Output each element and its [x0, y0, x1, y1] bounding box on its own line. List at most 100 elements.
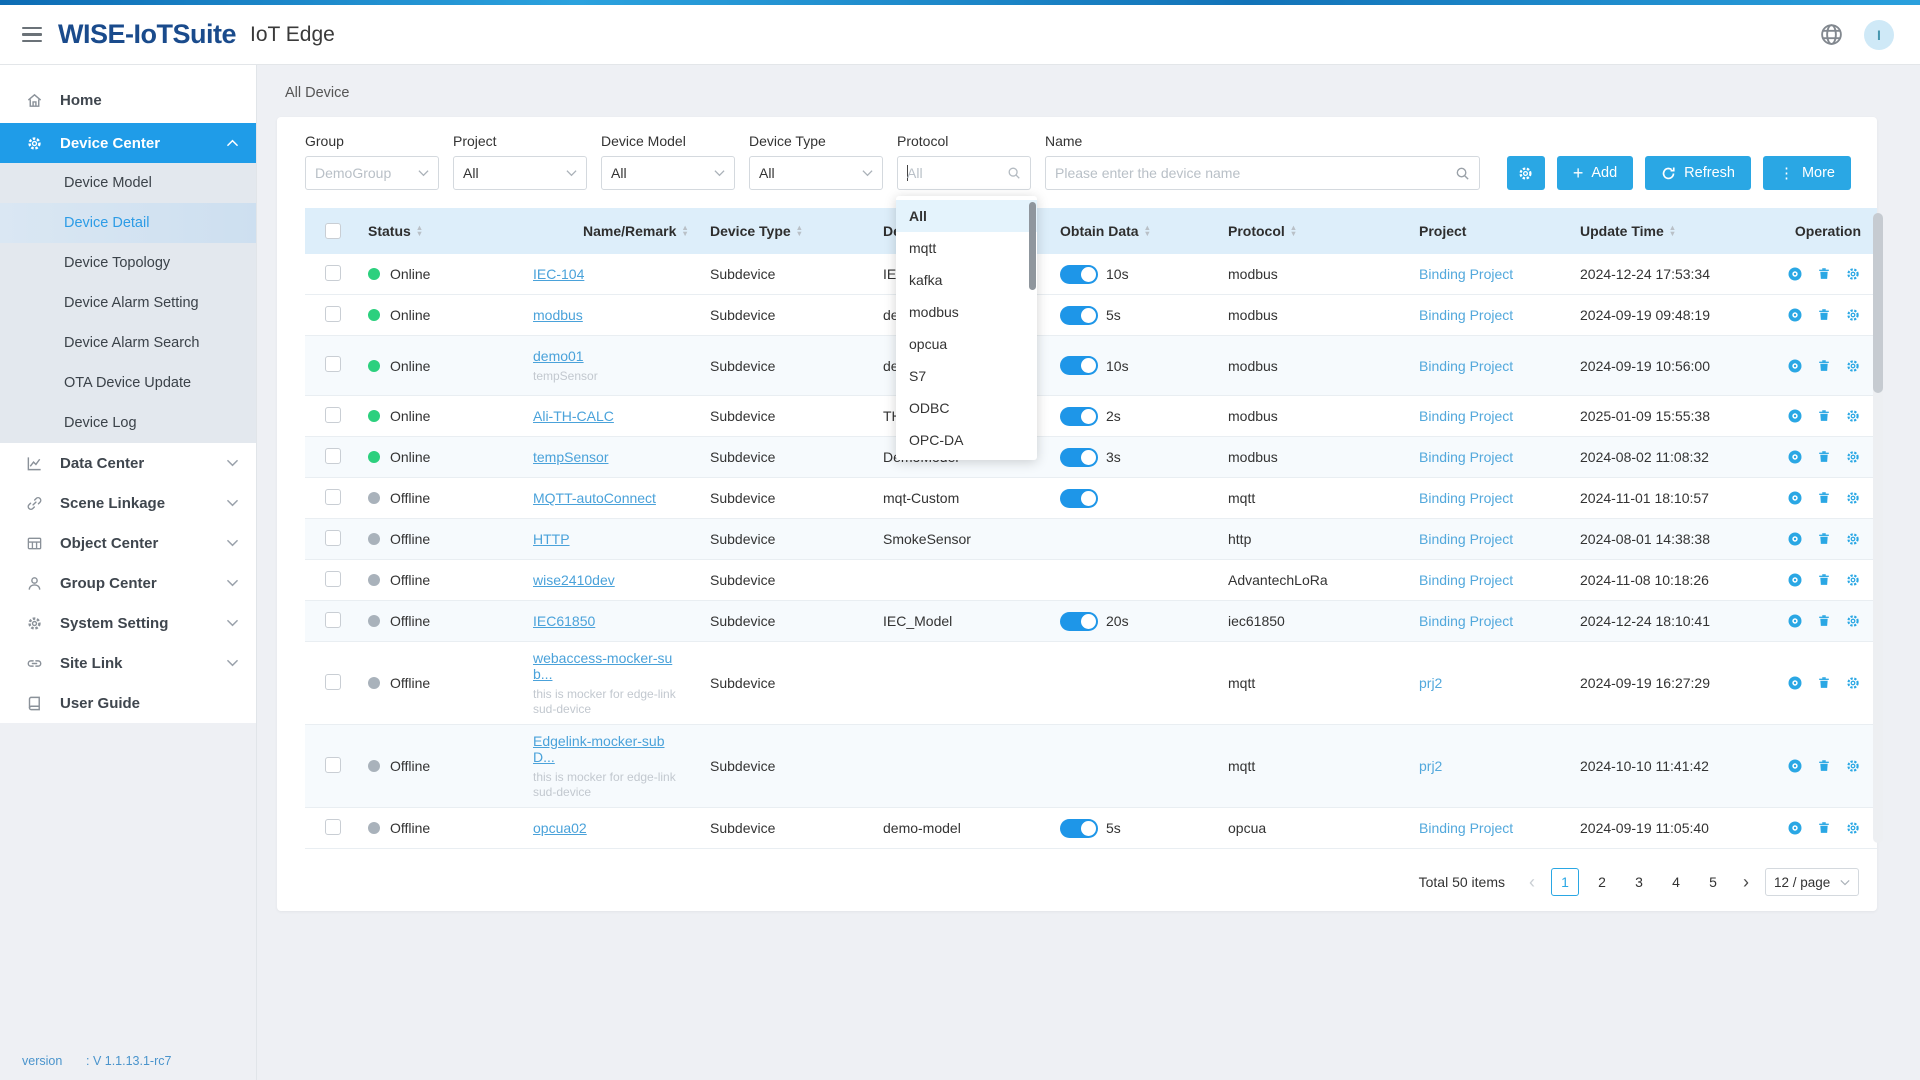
view-icon[interactable] — [1787, 758, 1803, 774]
device-name-input[interactable] — [1055, 165, 1455, 181]
delete-icon[interactable] — [1817, 613, 1831, 629]
settings-icon[interactable] — [1845, 613, 1861, 629]
protocol-option-opc-da[interactable]: OPC-DA — [896, 424, 1037, 456]
sidebar-item-device-alarm-search[interactable]: Device Alarm Search — [0, 323, 256, 363]
device-name-link[interactable]: tempSensor — [533, 449, 608, 465]
search-icon[interactable] — [1455, 166, 1470, 181]
delete-icon[interactable] — [1817, 758, 1831, 774]
view-icon[interactable] — [1787, 490, 1803, 506]
settings-icon[interactable] — [1845, 307, 1861, 323]
device-name-link[interactable]: wise2410dev — [533, 572, 615, 588]
row-checkbox[interactable] — [325, 757, 341, 773]
language-globe-icon[interactable] — [1818, 22, 1844, 48]
device-name-link[interactable]: IEC61850 — [533, 613, 595, 629]
sort-icon[interactable]: ▲▼ — [1144, 225, 1151, 238]
settings-icon[interactable] — [1845, 490, 1861, 506]
group-select[interactable]: DemoGroup — [305, 156, 439, 190]
view-icon[interactable] — [1787, 675, 1803, 691]
previous-page-button[interactable]: ‹ — [1522, 872, 1542, 893]
sidebar-item-device-model[interactable]: Device Model — [0, 163, 256, 203]
device-name-link[interactable]: IEC-104 — [533, 266, 584, 282]
obtain-data-toggle[interactable] — [1060, 306, 1098, 325]
view-icon[interactable] — [1787, 358, 1803, 374]
row-checkbox[interactable] — [325, 571, 341, 587]
sidebar-item-device-center[interactable]: Device Center — [0, 123, 256, 163]
sidebar-item-user-guide[interactable]: User Guide — [0, 683, 256, 723]
dropdown-scrollbar-thumb[interactable] — [1029, 202, 1036, 290]
device-name-link[interactable]: opcua02 — [533, 820, 587, 836]
protocol-option-opcua[interactable]: opcua — [896, 328, 1037, 360]
device-name-link[interactable]: webaccess-mocker-sub... — [533, 650, 672, 682]
settings-icon[interactable] — [1845, 358, 1861, 374]
delete-icon[interactable] — [1817, 572, 1831, 588]
project-link[interactable]: Binding Project — [1419, 572, 1513, 588]
row-checkbox[interactable] — [325, 612, 341, 628]
protocol-option-kafka[interactable]: kafka — [896, 264, 1037, 296]
sort-icon[interactable]: ▲▼ — [1669, 225, 1676, 238]
view-icon[interactable] — [1787, 820, 1803, 836]
view-icon[interactable] — [1787, 449, 1803, 465]
view-icon[interactable] — [1787, 572, 1803, 588]
delete-icon[interactable] — [1817, 490, 1831, 506]
sort-icon[interactable]: ▲▼ — [796, 225, 803, 238]
protocol-combobox[interactable]: All — [897, 156, 1031, 190]
view-icon[interactable] — [1787, 266, 1803, 282]
device-name-link[interactable]: Ali-TH-CALC — [533, 408, 614, 424]
hamburger-menu-icon[interactable] — [22, 27, 42, 43]
protocol-option-s7[interactable]: S7 — [896, 360, 1037, 392]
page-button-2[interactable]: 2 — [1588, 868, 1616, 896]
sidebar-item-device-log[interactable]: Device Log — [0, 403, 256, 443]
delete-icon[interactable] — [1817, 449, 1831, 465]
row-checkbox[interactable] — [325, 530, 341, 546]
project-link[interactable]: prj2 — [1419, 758, 1442, 774]
view-icon[interactable] — [1787, 531, 1803, 547]
more-button[interactable]: ⋮ More — [1763, 156, 1851, 190]
settings-icon[interactable] — [1845, 820, 1861, 836]
device-model-select[interactable]: All — [601, 156, 735, 190]
column-header-obtain-data[interactable]: Obtain Data▲▼ — [1050, 223, 1220, 239]
sidebar-item-data-center[interactable]: Data Center — [0, 443, 256, 483]
next-page-button[interactable]: › — [1736, 872, 1756, 893]
settings-icon[interactable] — [1845, 758, 1861, 774]
settings-icon[interactable] — [1845, 572, 1861, 588]
page-button-4[interactable]: 4 — [1662, 868, 1690, 896]
sort-icon[interactable]: ▲▼ — [1290, 225, 1297, 238]
obtain-data-toggle[interactable] — [1060, 265, 1098, 284]
device-name-link[interactable]: modbus — [533, 307, 583, 323]
row-checkbox[interactable] — [325, 819, 341, 835]
sidebar-item-system-setting[interactable]: System Setting — [0, 603, 256, 643]
delete-icon[interactable] — [1817, 307, 1831, 323]
project-link[interactable]: Binding Project — [1419, 408, 1513, 424]
sidebar-item-home[interactable]: Home — [0, 77, 256, 123]
column-header-status[interactable]: Status▲▼ — [360, 223, 525, 239]
row-checkbox[interactable] — [325, 265, 341, 281]
sidebar-item-group-center[interactable]: Group Center — [0, 563, 256, 603]
sidebar-item-object-center[interactable]: Object Center — [0, 523, 256, 563]
page-size-select[interactable]: 12 / page — [1765, 868, 1859, 896]
column-header-update-time[interactable]: Update Time▲▼ — [1570, 223, 1770, 239]
delete-icon[interactable] — [1817, 531, 1831, 547]
project-link[interactable]: Binding Project — [1419, 820, 1513, 836]
row-checkbox[interactable] — [325, 674, 341, 690]
delete-icon[interactable] — [1817, 358, 1831, 374]
row-checkbox[interactable] — [325, 489, 341, 505]
obtain-data-toggle[interactable] — [1060, 448, 1098, 467]
device-type-select[interactable]: All — [749, 156, 883, 190]
settings-icon[interactable] — [1845, 531, 1861, 547]
row-checkbox[interactable] — [325, 356, 341, 372]
obtain-data-toggle[interactable] — [1060, 819, 1098, 838]
sidebar-item-site-link[interactable]: Site Link — [0, 643, 256, 683]
sort-icon[interactable]: ▲▼ — [681, 225, 688, 238]
protocol-option-mqtt[interactable]: mqtt — [896, 232, 1037, 264]
project-link[interactable]: Binding Project — [1419, 307, 1513, 323]
column-header-protocol[interactable]: Protocol▲▼ — [1220, 223, 1405, 239]
row-checkbox[interactable] — [325, 448, 341, 464]
project-link[interactable]: Binding Project — [1419, 449, 1513, 465]
scrollbar-thumb[interactable] — [1873, 213, 1883, 393]
protocol-option-odbc[interactable]: ODBC — [896, 392, 1037, 424]
project-link[interactable]: Binding Project — [1419, 531, 1513, 547]
table-scrollbar[interactable] — [1873, 213, 1883, 843]
obtain-data-toggle[interactable] — [1060, 407, 1098, 426]
project-link[interactable]: Binding Project — [1419, 490, 1513, 506]
row-checkbox[interactable] — [325, 306, 341, 322]
